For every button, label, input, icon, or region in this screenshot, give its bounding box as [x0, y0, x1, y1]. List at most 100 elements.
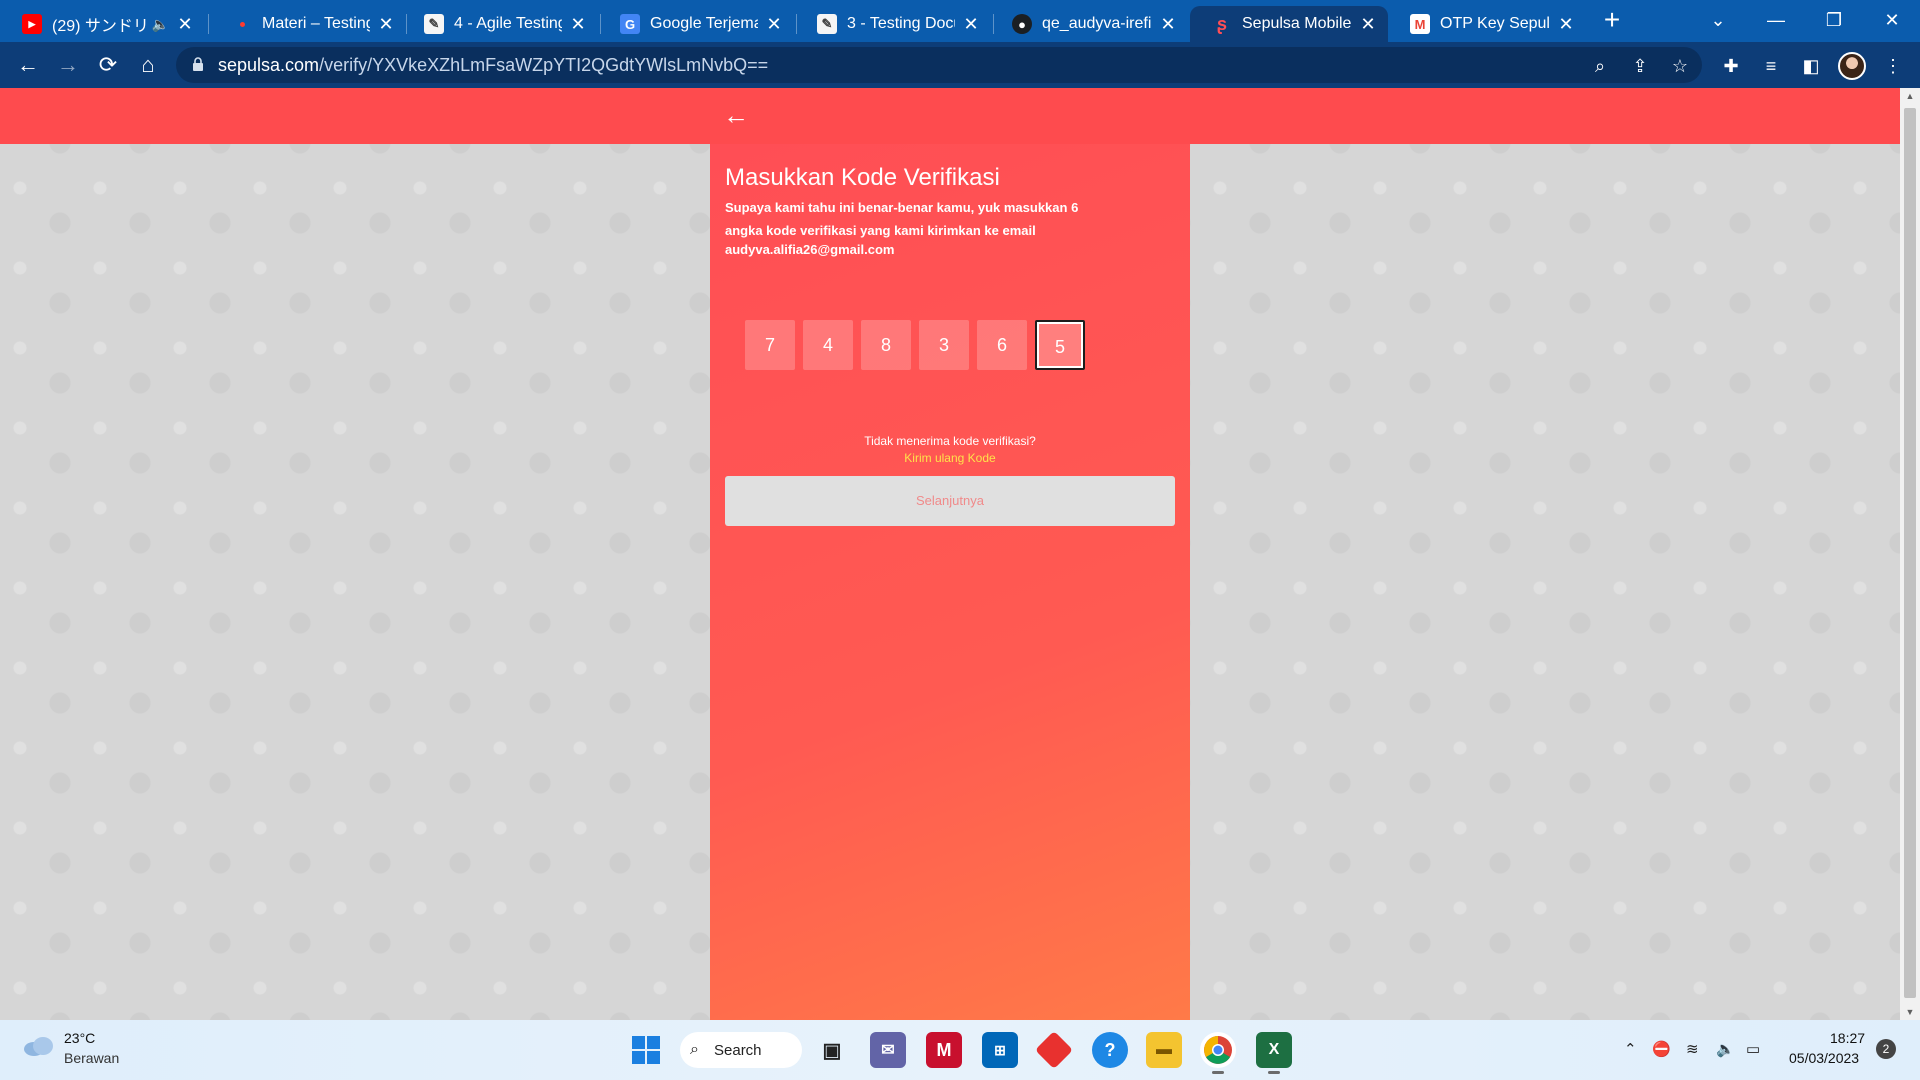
scroll-down-icon[interactable]: ▼ [1900, 1004, 1920, 1020]
menu-kebab-icon[interactable]: ⋮ [1880, 53, 1906, 79]
page-scrollbar[interactable]: ▲ ▼ [1900, 88, 1920, 1020]
resend-code-link[interactable]: Kirim ulang Kode [710, 451, 1190, 465]
forward-button[interactable]: → [52, 50, 84, 80]
windows-start-icon[interactable] [628, 1032, 664, 1068]
url-text[interactable]: sepulsa.com/verify/YXVkeXZhLmFsaWZpYTI2Q… [218, 55, 768, 76]
weather-description[interactable]: Berawan [64, 1050, 119, 1066]
close-window-button[interactable]: ✕ [1864, 0, 1920, 40]
address-bar[interactable]: sepulsa.com/verify/YXVkeXZhLmFsaWZpYTI2Q… [176, 47, 1702, 83]
lock-icon[interactable] [192, 57, 204, 71]
otp-digit-1[interactable]: 7 [745, 320, 795, 370]
next-button[interactable]: Selanjutnya [725, 476, 1175, 526]
wifi-icon[interactable]: ≋ [1686, 1040, 1699, 1058]
close-icon[interactable]: ✕ [175, 14, 195, 35]
tab-search-chevron-icon[interactable]: ⌄ [1690, 0, 1746, 40]
tab-title: 3 - Testing Docum [847, 15, 955, 32]
cloud-icon[interactable] [22, 1034, 56, 1058]
clock-date[interactable]: 05/03/2023 [1789, 1050, 1859, 1066]
mcafee-icon[interactable]: M [926, 1032, 962, 1068]
tab-testing-document[interactable]: ✎ 3 - Testing Docum ✕ [795, 6, 991, 42]
close-icon[interactable]: ✕ [376, 14, 396, 35]
notification-badge[interactable]: 2 [1876, 1039, 1896, 1059]
tab-sepulsa-mobile[interactable]: ʂ Sepulsa Mobile | ✕ [1190, 6, 1388, 42]
minimize-button[interactable]: — [1748, 0, 1804, 40]
restore-button[interactable]: ❐ [1806, 0, 1862, 40]
otp-digit-6[interactable]: 5 [1035, 320, 1085, 370]
task-view-icon[interactable]: ▣ [814, 1032, 850, 1068]
tab-title: (29) サンドリヨン [52, 18, 148, 35]
search-label: Search [714, 1041, 762, 1059]
app-header: ← [0, 88, 1900, 144]
close-icon[interactable]: ✕ [1158, 14, 1178, 35]
tab-github[interactable]: ● qe_audyva-irefile ✕ [990, 6, 1188, 42]
tab-title: qe_audyva-irefile [1042, 15, 1152, 32]
docs-icon: ✎ [817, 14, 837, 34]
share-icon[interactable]: ⇪ [1628, 55, 1652, 77]
dot-icon [232, 14, 252, 34]
clock-time[interactable]: 18:27 [1830, 1030, 1865, 1046]
gmail-icon: M [1410, 14, 1430, 34]
tab-materi-testing[interactable]: Materi – Testing D ✕ [210, 6, 406, 42]
tab-title: OTP Key Sepulsa [1440, 15, 1550, 32]
scroll-thumb[interactable] [1904, 108, 1916, 998]
extensions-icon[interactable]: ✚ [1718, 53, 1744, 79]
bookmark-star-icon[interactable]: ☆ [1668, 55, 1692, 77]
new-tab-button[interactable]: + [1598, 6, 1626, 36]
docs-icon: ✎ [424, 14, 444, 34]
side-panel-icon[interactable]: ◧ [1798, 53, 1824, 79]
page-viewport: ← Masukkan Kode Verifikasi Supaya kami t… [0, 88, 1900, 1020]
speaker-icon[interactable]: 🔈 [152, 16, 169, 33]
tab-gmail-otp[interactable]: M OTP Key Sepulsa ✕ [1388, 6, 1586, 42]
weather-temperature[interactable]: 23°C [64, 1030, 95, 1046]
youtube-icon: ▶ [22, 14, 42, 34]
microsoft-store-icon[interactable]: ⊞ [982, 1032, 1018, 1068]
search-icon: ⌕ [690, 1041, 699, 1058]
tab-agile-testing[interactable]: ✎ 4 - Agile Testing ✕ [402, 6, 598, 42]
active-indicator [1212, 1071, 1224, 1074]
volume-icon[interactable]: 🔈 [1716, 1040, 1735, 1058]
app-diamond-icon[interactable] [1034, 1030, 1074, 1070]
chrome-icon[interactable] [1200, 1032, 1236, 1074]
scroll-up-icon[interactable]: ▲ [1900, 88, 1920, 104]
close-icon[interactable]: ✕ [1556, 14, 1576, 35]
tab-strip: ▶ (29) サンドリヨン 🔈 ✕ Materi – Testing D ✕ ✎… [0, 0, 1920, 42]
url-path: /verify/YXVkeXZhLmFsaWZpYTI2QGdtYWlsLmNv… [319, 55, 769, 75]
github-icon: ● [1012, 14, 1032, 34]
tab-title: 4 - Agile Testing [454, 15, 562, 32]
profile-avatar[interactable] [1838, 52, 1866, 80]
url-host: sepulsa.com [218, 55, 320, 75]
reload-button[interactable]: ⟳ [92, 50, 124, 80]
tab-title: Sepulsa Mobile | [1242, 15, 1352, 32]
zoom-icon[interactable]: ⌕ [1588, 55, 1612, 77]
back-arrow-icon[interactable]: ← [722, 102, 750, 130]
tab-title: Materi – Testing D [262, 15, 370, 32]
google-translate-icon: G [620, 14, 640, 34]
battery-icon[interactable]: ▭ [1746, 1040, 1760, 1058]
teams-chat-icon[interactable]: ✉ [870, 1032, 906, 1068]
back-button[interactable]: ← [12, 50, 44, 80]
otp-digit-5[interactable]: 6 [977, 320, 1027, 370]
sepulsa-icon: ʂ [1216, 13, 1227, 34]
resend-question: Tidak menerima kode verifikasi? [864, 434, 1036, 448]
close-icon[interactable]: ✕ [961, 14, 981, 35]
close-icon[interactable]: ✕ [1358, 14, 1378, 35]
email-address: audyva.alifia26@gmail.com [725, 242, 895, 257]
close-icon[interactable]: ✕ [764, 14, 784, 35]
home-button[interactable]: ⌂ [132, 50, 164, 80]
file-explorer-icon[interactable]: ▬ [1146, 1032, 1182, 1068]
excel-icon[interactable]: X [1256, 1032, 1292, 1074]
otp-digit-3[interactable]: 8 [861, 320, 911, 370]
media-control-icon[interactable]: ≡ [1758, 53, 1784, 79]
otp-digit-4[interactable]: 3 [919, 320, 969, 370]
page-description: Supaya kami tahu ini benar-benar kamu, y… [725, 200, 1079, 238]
tab-title: Google Terjemahan [650, 15, 758, 32]
chevron-up-icon[interactable]: ⌃ [1624, 1040, 1637, 1058]
tab-google-translate[interactable]: G Google Terjemahan ✕ [598, 6, 794, 42]
security-status-icon[interactable]: ⛔ [1652, 1040, 1671, 1058]
verification-panel: Masukkan Kode Verifikasi Supaya kami tah… [710, 144, 1190, 1020]
taskbar-search[interactable]: ⌕ Search [680, 1032, 802, 1068]
close-icon[interactable]: ✕ [568, 14, 588, 35]
tab-youtube[interactable]: ▶ (29) サンドリヨン 🔈 ✕ [0, 6, 205, 42]
help-icon[interactable]: ? [1092, 1032, 1128, 1068]
otp-digit-2[interactable]: 4 [803, 320, 853, 370]
